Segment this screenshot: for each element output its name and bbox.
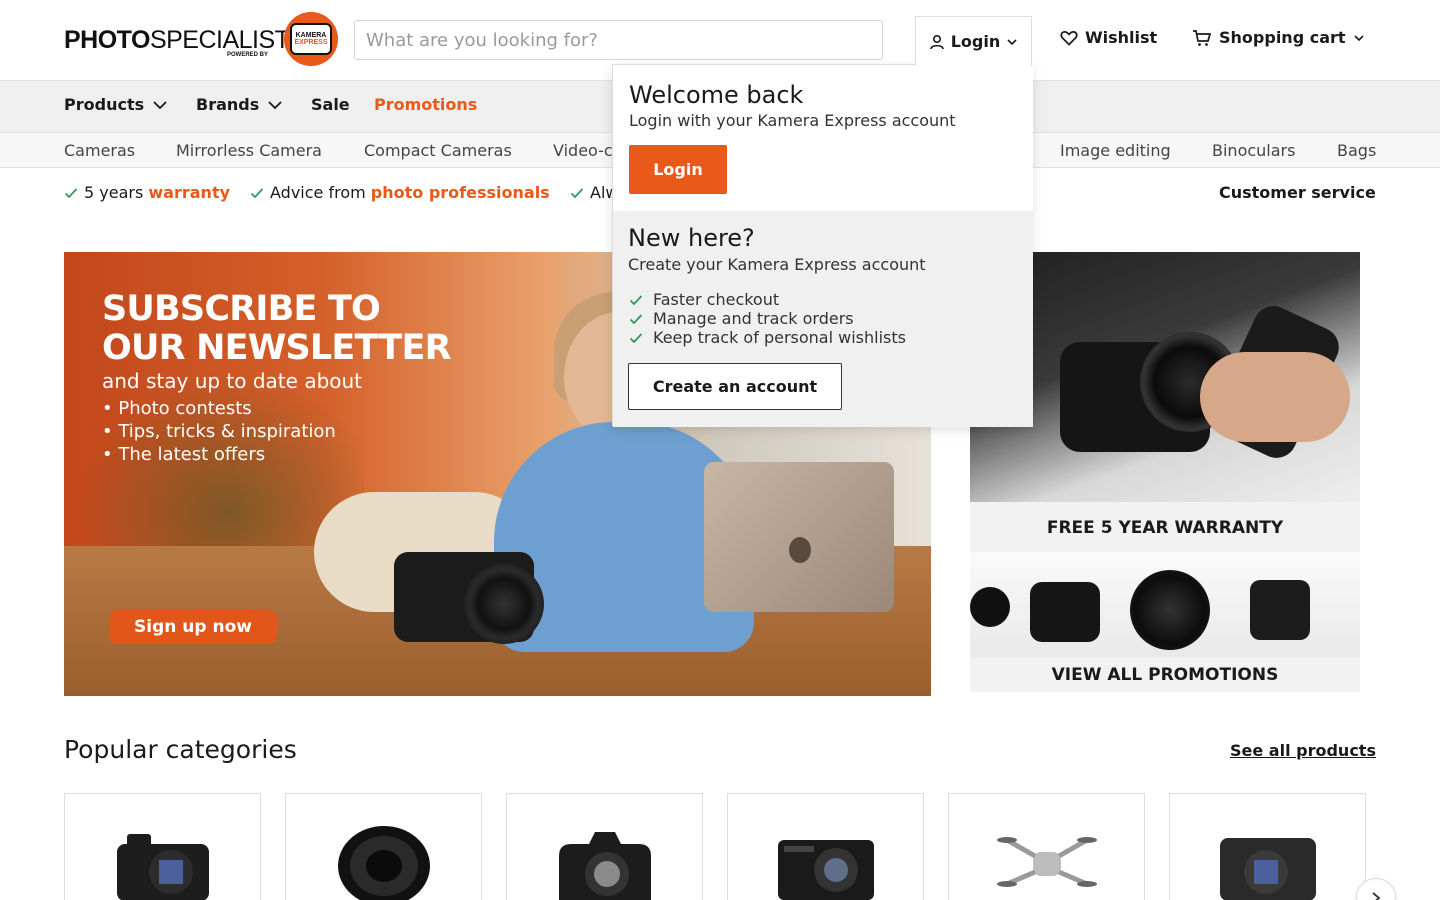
promo-hand (1200, 352, 1350, 442)
nav-brands[interactable]: Brands (196, 95, 283, 114)
nav-promotions[interactable]: Promotions (374, 95, 477, 114)
check-icon (250, 187, 264, 198)
subnav-cameras[interactable]: Cameras (64, 141, 135, 160)
mirrorless-camera-icon (117, 834, 209, 900)
kamera-express-badge: KAMERA EXPRESS (284, 12, 338, 66)
promo-lens (1030, 582, 1100, 642)
cart-label: Shopping cart (1219, 28, 1346, 47)
check-icon (629, 313, 643, 324)
create-account-button[interactable]: Create an account (628, 363, 842, 410)
user-icon (929, 34, 944, 49)
benefit-text: Keep track of personal wishlists (653, 328, 906, 347)
subnav-image-editing[interactable]: Image editing (1060, 141, 1171, 160)
search-box (354, 20, 883, 60)
drone-icon (997, 837, 1097, 887)
promo-lens (1130, 570, 1210, 650)
subnav-mirrorless-camera[interactable]: Mirrorless Camera (176, 141, 322, 160)
hero-bullet: The latest offers (102, 443, 336, 466)
new-here-text: Create your Kamera Express account (628, 255, 926, 274)
hero-bullet: Tips, tricks & inspiration (102, 420, 335, 443)
benefit-item: Keep track of personal wishlists (629, 328, 906, 347)
check-icon (64, 187, 78, 198)
check-icon (629, 294, 643, 305)
benefit-item: Faster checkout (629, 290, 906, 309)
check-icon (629, 332, 643, 343)
see-all-products-link[interactable]: See all products (1230, 741, 1376, 760)
hero-bullets: Photo contests Tips, tricks & inspiratio… (102, 397, 336, 466)
promo-card-all-promotions[interactable]: VIEW ALL PROMOTIONS (970, 552, 1360, 692)
hero-camera-lens (464, 564, 544, 644)
logo-powered-by: POWERED BY (227, 52, 269, 58)
category-tile[interactable] (64, 793, 261, 900)
site-logo[interactable]: PHOTOSPECIALIST POWERED BY KAMERA EXPRES… (64, 12, 338, 68)
hero-subtitle: and stay up to date about (102, 369, 363, 393)
promo-lens (1250, 580, 1310, 640)
nav-products-label: Products (64, 95, 145, 114)
customer-service-link[interactable]: Customer service (1219, 183, 1376, 202)
promo-label-warranty: FREE 5 YEAR WARRANTY (1046, 518, 1284, 538)
category-tile[interactable] (727, 793, 924, 900)
chevron-down-icon (268, 100, 282, 109)
check-icon (570, 187, 584, 198)
new-here-title: New here? (628, 224, 755, 252)
nav-products[interactable]: Products (64, 95, 168, 114)
benefit-item: Manage and track orders (629, 309, 906, 328)
category-tile[interactable] (506, 793, 703, 900)
login-section: Welcome back Login with your Kamera Expr… (613, 65, 1033, 211)
usp-warranty: 5 years warranty (64, 183, 230, 202)
usp-text: 5 years (84, 183, 149, 202)
subnav-bags[interactable]: Bags (1337, 141, 1376, 160)
usp-highlight: photo professionals (370, 183, 550, 202)
chevron-right-icon (1372, 892, 1381, 900)
usp-highlight: warranty (148, 183, 231, 202)
benefits-list: Faster checkout Manage and track orders … (629, 290, 906, 347)
hero-bullet: Photo contests (102, 397, 336, 420)
dropdown-login-button[interactable]: Login (629, 145, 727, 194)
subnav-binoculars[interactable]: Binoculars (1212, 141, 1295, 160)
chevron-down-icon (153, 100, 167, 109)
wishlist-link[interactable]: Wishlist (1060, 28, 1157, 47)
benefit-text: Faster checkout (653, 290, 780, 309)
usp-text: Advice from (270, 183, 371, 202)
register-section: New here? Create your Kamera Express acc… (613, 211, 1033, 427)
cart-icon (1193, 29, 1212, 46)
lens-icon (338, 826, 430, 900)
cinema-camera-icon (1220, 838, 1316, 900)
category-tile[interactable] (948, 793, 1145, 900)
nav-brands-label: Brands (196, 95, 260, 114)
login-menu-label: Login (950, 32, 1001, 51)
subnav-video-cameras[interactable]: Video-c (553, 141, 613, 160)
heart-icon (1060, 30, 1078, 46)
login-menu-button[interactable]: Login (915, 16, 1032, 66)
category-tile[interactable] (285, 793, 482, 900)
promo-label-promotions: VIEW ALL PROMOTIONS (1051, 665, 1279, 685)
compact-camera-icon (778, 840, 874, 900)
sign-up-button[interactable]: Sign up now (109, 610, 277, 644)
dslr-camera-icon (559, 832, 651, 900)
nav-promotions-label: Promotions (374, 95, 478, 114)
wishlist-label: Wishlist (1085, 28, 1158, 47)
nav-sale[interactable]: Sale (311, 95, 350, 114)
subnav-compact-cameras[interactable]: Compact Cameras (364, 141, 512, 160)
popular-categories-title: Popular categories (64, 735, 297, 764)
chevron-down-icon (1353, 34, 1364, 41)
login-dropdown: Welcome back Login with your Kamera Expr… (612, 64, 1033, 427)
nav-sale-label: Sale (311, 95, 350, 114)
category-tile[interactable] (1169, 793, 1366, 900)
welcome-text: Login with your Kamera Express account (629, 111, 956, 130)
usp-advice: Advice from photo professionals (250, 183, 550, 202)
benefit-text: Manage and track orders (653, 309, 854, 328)
chevron-down-icon (1007, 38, 1017, 45)
promo-lens-cap (970, 587, 1010, 627)
hero-title: SUBSCRIBE TO OUR NEWSLETTER (102, 289, 452, 368)
welcome-title: Welcome back (629, 81, 804, 109)
logo-wordmark: PHOTOSPECIALIST (64, 25, 290, 54)
apple-logo-icon (789, 537, 811, 563)
shopping-cart-link[interactable]: Shopping cart (1192, 28, 1365, 47)
search-input[interactable] (355, 21, 882, 59)
